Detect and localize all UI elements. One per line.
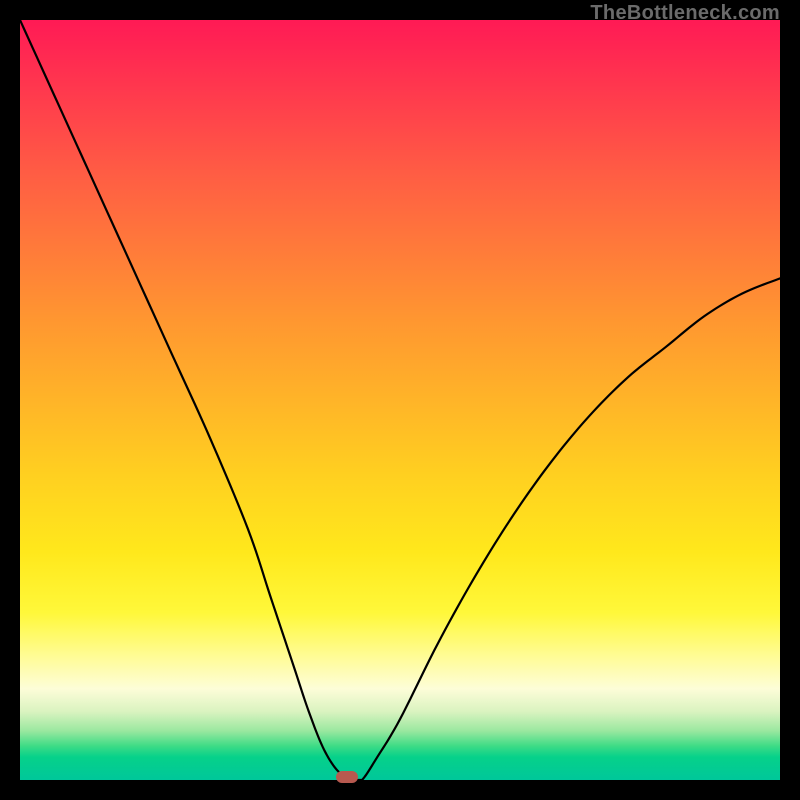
optimal-marker [336, 771, 358, 783]
chart-frame: TheBottleneck.com [0, 0, 800, 800]
chart-background-gradient [20, 20, 780, 780]
watermark-text: TheBottleneck.com [590, 2, 780, 25]
